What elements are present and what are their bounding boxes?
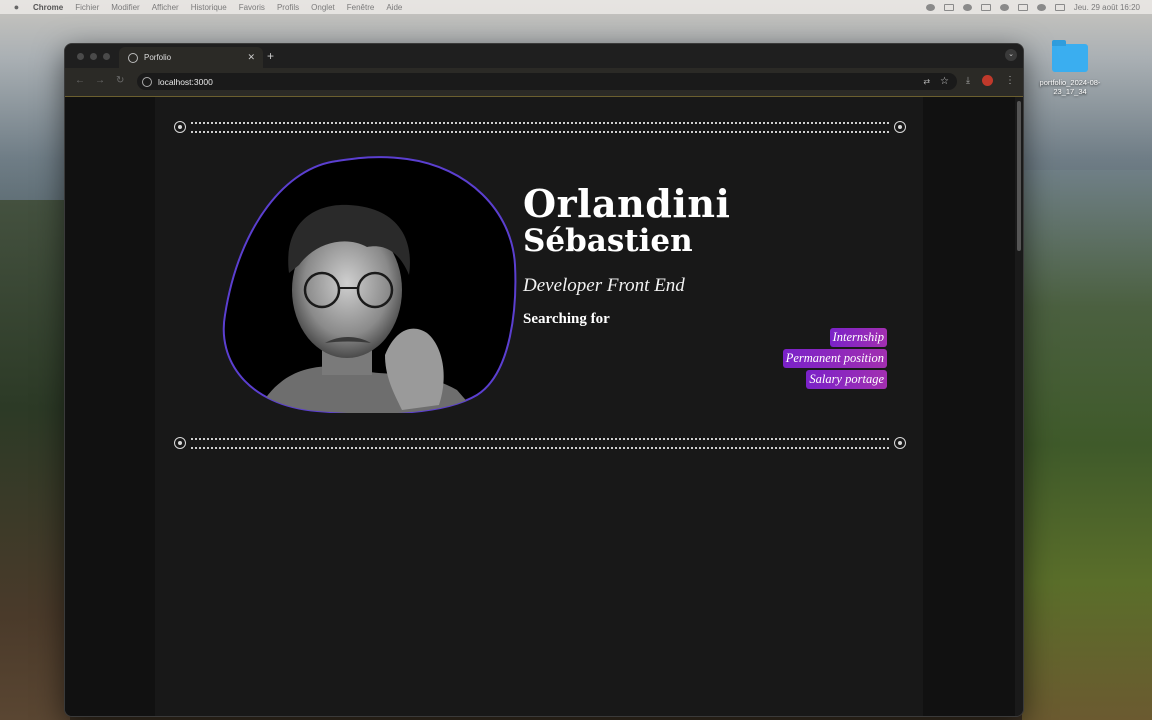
menu-help[interactable]: Aide [386, 3, 402, 12]
divider-node-left [174, 121, 186, 133]
divider-node-right [894, 121, 906, 133]
searching-label: Searching for [523, 311, 610, 327]
window-controls [77, 53, 110, 60]
search-icon[interactable] [1036, 3, 1046, 11]
tab-search-icon[interactable]: ⌄ [1005, 49, 1017, 61]
last-name-heading: Sébastien [523, 223, 693, 259]
globe-icon [128, 52, 138, 63]
page-viewport: Orlandini Sébastien Developer Front End … [65, 97, 1015, 716]
desktop-folder[interactable]: portfolio_2024-08-23_17_34 [1036, 40, 1104, 96]
divider-node-right [894, 437, 906, 449]
bottom-divider [171, 437, 909, 451]
bookmark-star-icon[interactable]: ☆ [940, 76, 949, 87]
chip-internship: Internship [829, 328, 887, 347]
page-scrollbar[interactable] [1015, 97, 1023, 716]
divider-node-left [174, 437, 186, 449]
siri-icon[interactable] [1054, 3, 1065, 11]
scrollbar-thumb[interactable] [1017, 101, 1021, 251]
tab-portfolio[interactable]: Porfolio ✕ [119, 47, 263, 68]
apple-menu-icon[interactable]: ● [12, 2, 21, 12]
menubar-clock[interactable]: Jeu. 29 août 16:20 [1074, 3, 1140, 12]
searching-chips: Internship Permanent position Salary por… [782, 328, 887, 389]
moon-icon[interactable] [962, 3, 972, 11]
profile-blob [222, 156, 517, 415]
more-menu-icon[interactable]: ⋮ [1005, 75, 1015, 86]
desktop-hills-right [1022, 170, 1152, 720]
close-window-button[interactable] [77, 53, 84, 60]
tab-title: Porfolio [144, 53, 172, 62]
menu-window[interactable]: Fenêtre [347, 3, 375, 12]
menu-profiles[interactable]: Profils [277, 3, 299, 12]
address-bar[interactable]: localhost:3000 ⇄ ☆ [137, 73, 957, 90]
chip-permanent-position: Permanent position [782, 349, 887, 368]
download-icon[interactable]: ⤓ [966, 75, 970, 86]
menu-file[interactable]: Fichier [75, 3, 99, 12]
profile-avatar-icon[interactable] [982, 75, 993, 86]
wifi-icon[interactable] [999, 3, 1009, 11]
first-name-heading: Orlandini [523, 181, 731, 226]
menu-history[interactable]: Historique [191, 3, 227, 12]
profile-photo [217, 155, 517, 415]
status-icon[interactable] [925, 3, 935, 11]
new-tab-button[interactable]: + [267, 49, 274, 63]
top-divider [171, 121, 909, 135]
browser-toolbar: ← → ↻ localhost:3000 ⇄ ☆ ⤓ ⋮ [65, 68, 1023, 96]
close-tab-icon[interactable]: ✕ [247, 52, 255, 63]
minimize-window-button[interactable] [90, 53, 97, 60]
menu-bar: ● Chrome Fichier Modifier Afficher Histo… [0, 0, 1152, 14]
menu-bookmarks[interactable]: Favoris [239, 3, 265, 12]
menu-tab[interactable]: Onglet [311, 3, 335, 12]
zoom-window-button[interactable] [103, 53, 110, 60]
tab-strip: Porfolio ✕ + ⌄ [65, 44, 1023, 68]
chip-salary-portage: Salary portage [806, 370, 887, 389]
display-icon[interactable] [943, 3, 954, 11]
desktop-folder-label: portfolio_2024-08-23_17_34 [1039, 78, 1101, 96]
folder-icon [1052, 40, 1088, 72]
site-info-icon[interactable] [142, 76, 152, 87]
portfolio-page: Orlandini Sébastien Developer Front End … [155, 97, 923, 716]
translate-icon[interactable]: ⇄ [923, 77, 930, 86]
menu-edit[interactable]: Modifier [111, 3, 139, 12]
back-icon[interactable]: ← [75, 75, 85, 86]
reload-icon[interactable]: ↻ [116, 75, 124, 86]
menu-app-name[interactable]: Chrome [33, 3, 63, 12]
battery-icon[interactable] [980, 3, 991, 11]
forward-icon[interactable]: → [95, 75, 105, 86]
role-subtitle: Developer Front End [523, 275, 685, 296]
desktop-hills-left [0, 200, 70, 720]
url-text[interactable]: localhost:3000 [158, 77, 213, 87]
menu-view[interactable]: Afficher [152, 3, 179, 12]
browser-window: Porfolio ✕ + ⌄ ← → ↻ localhost:3000 ⇄ ☆ … [64, 43, 1024, 717]
control-center-icon[interactable] [1017, 3, 1028, 11]
